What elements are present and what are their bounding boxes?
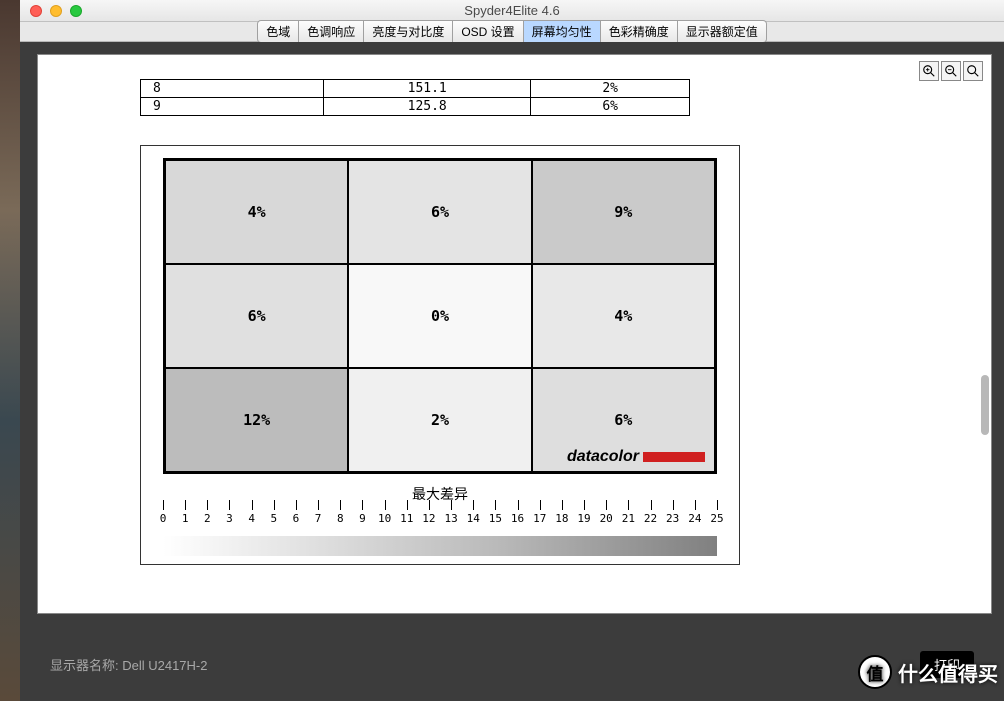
tab-item[interactable]: 色调响应 [299, 20, 364, 43]
grid-cell: 0% [348, 264, 531, 368]
table-row: 8151.12% [141, 80, 690, 98]
tab-bar: 色域色调响应亮度与对比度OSD 设置屏幕均匀性色彩精确度显示器额定值 [20, 22, 1004, 42]
footer: 显示器名称: Dell U2417H-2 打印 [50, 652, 974, 676]
grid-cell: 4% [532, 264, 715, 368]
window-titlebar: Spyder4Elite 4.6 [20, 0, 1004, 22]
zoom-in-icon[interactable] [919, 61, 939, 81]
desktop-strip [0, 0, 20, 701]
display-name-label: 显示器名称: Dell U2417H-2 [50, 655, 208, 674]
legend: 0123456789101112131415161718192021222324… [163, 506, 717, 556]
grid-cell: 2% [348, 368, 531, 472]
tab-item[interactable]: 显示器额定值 [678, 20, 767, 43]
tab-item[interactable]: 亮度与对比度 [364, 20, 453, 43]
watermark-icon: 值 [858, 655, 892, 689]
grid-cell: 4% [165, 160, 348, 264]
tab-item[interactable]: 色域 [257, 20, 299, 43]
scrollbar-thumb[interactable] [981, 375, 989, 435]
legend-title: 最大差异 [141, 484, 739, 504]
uniformity-chart: 4% 6% 9% 6% 0% 4% 12% 2% 6% datacolor 最大… [140, 145, 740, 565]
report-frame: 8151.12%9125.86% [37, 54, 992, 614]
tab-item[interactable]: 屏幕均匀性 [524, 20, 601, 43]
window-title: Spyder4Elite 4.6 [20, 3, 1004, 18]
app-body: 8151.12%9125.86% [20, 42, 1004, 701]
grid-cell: 6% [165, 264, 348, 368]
tab-item[interactable]: OSD 设置 [453, 20, 523, 43]
tab-item[interactable]: 色彩精确度 [601, 20, 678, 43]
table-row: 9125.86% [141, 98, 690, 116]
data-table: 8151.12%9125.86% [140, 79, 690, 116]
zoom-fit-icon[interactable] [963, 61, 983, 81]
watermark: 值 什么值得买 [858, 655, 998, 689]
zoom-out-icon[interactable] [941, 61, 961, 81]
grid-cell: 6% [348, 160, 531, 264]
brand-logo: datacolor [567, 448, 705, 466]
grid-cell: 12% [165, 368, 348, 472]
grid-cell: 9% [532, 160, 715, 264]
